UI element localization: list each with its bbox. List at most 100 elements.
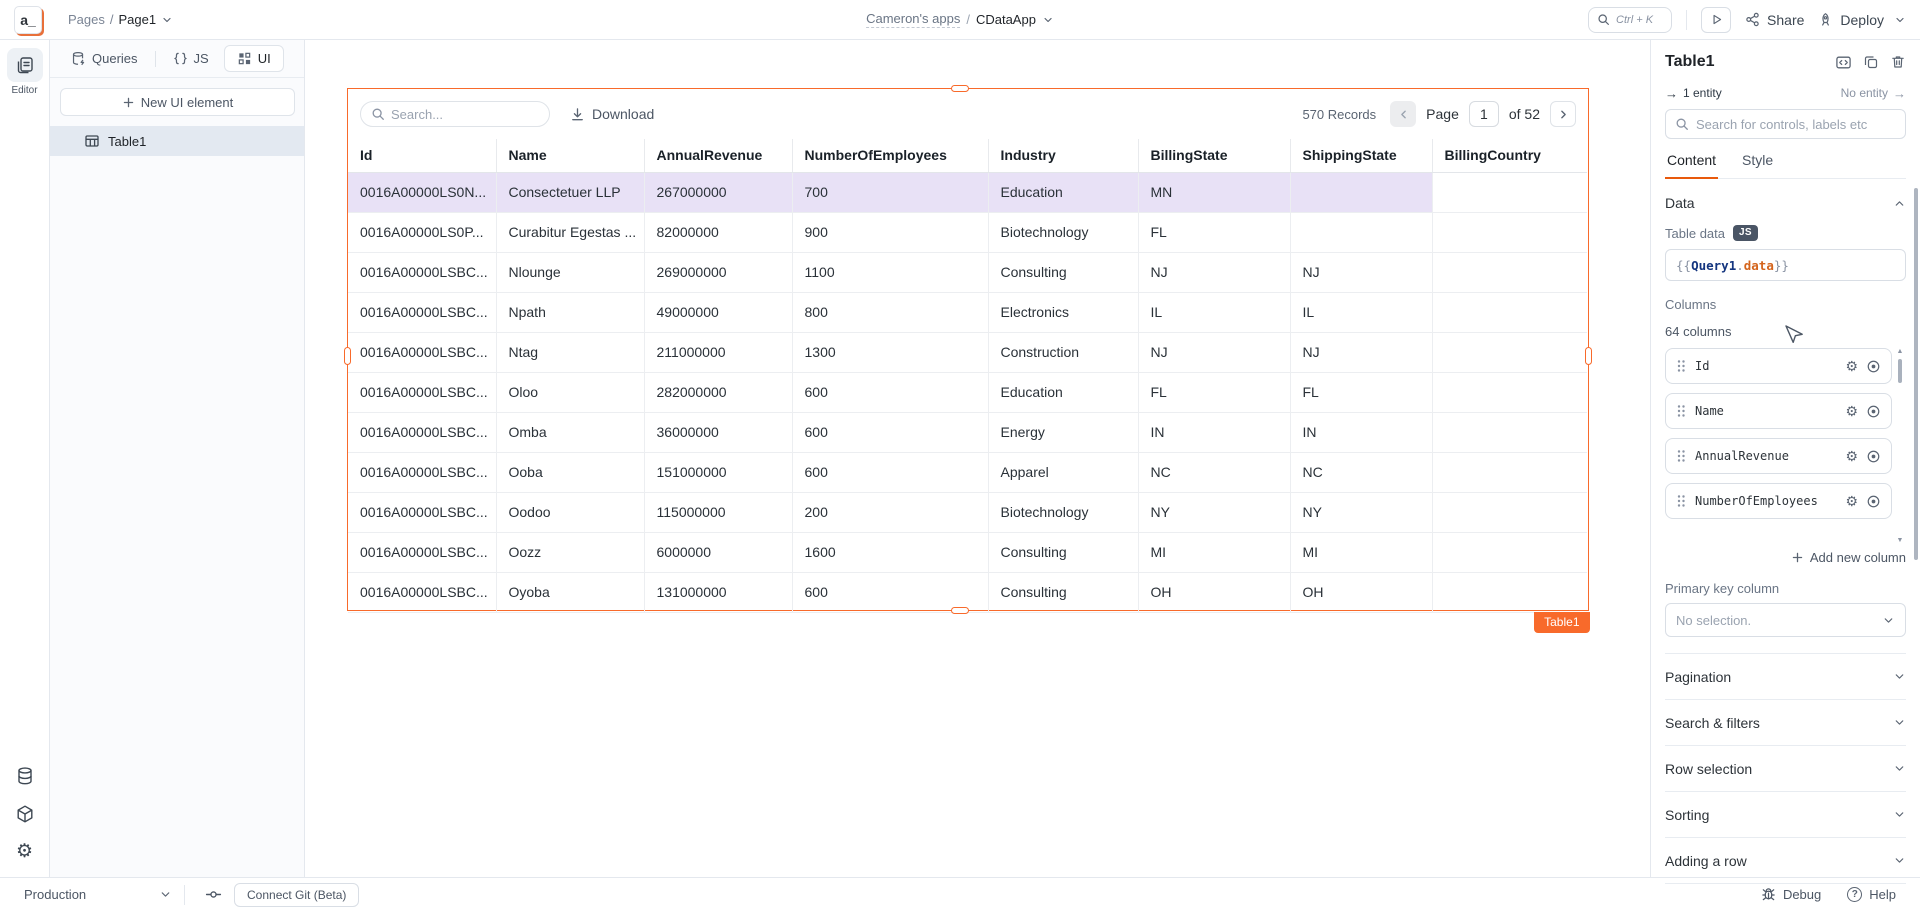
panel-scrollbar[interactable] <box>1914 188 1918 560</box>
scrollbar-thumb[interactable] <box>1898 359 1902 383</box>
cell-id[interactable]: 0016A00000LS0P... <box>348 212 496 252</box>
cell-billing-state[interactable]: NC <box>1138 452 1290 492</box>
libraries-cube-icon[interactable] <box>15 804 35 824</box>
cell-name[interactable]: Omba <box>496 412 644 452</box>
cell-name[interactable]: Consectetuer LLP <box>496 172 644 212</box>
table-download-button[interactable]: Download <box>570 106 654 122</box>
scroll-up-caret-icon[interactable]: ▲ <box>1897 348 1904 355</box>
cell-name[interactable]: Curabitur Egestas ... <box>496 212 644 252</box>
property-search-input[interactable] <box>1696 117 1896 132</box>
cell-billing-state[interactable]: NJ <box>1138 252 1290 292</box>
cell-billing-country[interactable] <box>1432 292 1587 332</box>
sidebar-item-table1[interactable]: Table1 <box>50 126 304 156</box>
cell-industry[interactable]: Apparel <box>988 452 1138 492</box>
table-widget[interactable]: Table1 Download 570 Records Page <box>347 88 1589 611</box>
breadcrumb-page-name[interactable]: Page1 <box>119 12 157 27</box>
cell-number-of-employees[interactable]: 800 <box>792 292 988 332</box>
cell-annual-revenue[interactable]: 282000000 <box>644 372 792 412</box>
collapsed-section[interactable]: Sorting <box>1665 792 1906 838</box>
table-data-binding-input[interactable]: {{Query1.data}} <box>1665 249 1906 281</box>
table-search-box[interactable] <box>360 101 550 127</box>
cell-shipping-state[interactable]: FL <box>1290 372 1432 412</box>
cell-billing-state[interactable]: IL <box>1138 292 1290 332</box>
cell-id[interactable]: 0016A00000LSBC... <box>348 372 496 412</box>
cell-name[interactable]: Oozz <box>496 532 644 572</box>
cell-billing-country[interactable] <box>1432 452 1587 492</box>
cell-billing-country[interactable] <box>1432 412 1587 452</box>
cell-industry[interactable]: Construction <box>988 332 1138 372</box>
cell-billing-country[interactable] <box>1432 172 1587 212</box>
incoming-entities[interactable]: → 1 entity <box>1665 86 1722 100</box>
cell-industry[interactable]: Biotechnology <box>988 212 1138 252</box>
cell-number-of-employees[interactable]: 1600 <box>792 532 988 572</box>
resize-handle-right[interactable] <box>1585 347 1592 365</box>
environment-selector[interactable]: Production <box>24 887 172 902</box>
cell-number-of-employees[interactable]: 1100 <box>792 252 988 292</box>
cell-annual-revenue[interactable]: 49000000 <box>644 292 792 332</box>
cell-billing-country[interactable] <box>1432 252 1587 292</box>
cell-billing-state[interactable]: OH <box>1138 572 1290 612</box>
collapsed-section[interactable]: Search & filters <box>1665 700 1906 746</box>
cell-industry[interactable]: Consulting <box>988 252 1138 292</box>
table-row[interactable]: 0016A00000LSBC... Nlounge 269000000 1100… <box>348 252 1587 292</box>
editor-nav-button[interactable] <box>7 48 43 82</box>
chevron-down-icon[interactable] <box>161 14 173 26</box>
cell-industry[interactable]: Electronics <box>988 292 1138 332</box>
resize-handle-left[interactable] <box>344 347 351 365</box>
column-header[interactable]: Id <box>348 139 496 172</box>
cell-annual-revenue[interactable]: 269000000 <box>644 252 792 292</box>
cell-billing-country[interactable] <box>1432 492 1587 532</box>
cell-shipping-state[interactable]: NC <box>1290 452 1432 492</box>
resize-handle-top[interactable] <box>951 85 969 92</box>
cell-industry[interactable]: Energy <box>988 412 1138 452</box>
column-card[interactable]: Name ⚙ <box>1665 393 1892 429</box>
drag-handle-icon[interactable] <box>1676 404 1686 418</box>
data-section-header[interactable]: Data <box>1665 195 1906 211</box>
tab-js[interactable]: JS <box>160 45 222 72</box>
table-row[interactable]: 0016A00000LSBC... Npath 49000000 800 Ele… <box>348 292 1587 332</box>
cell-shipping-state[interactable]: IL <box>1290 292 1432 332</box>
column-card[interactable]: Id ⚙ <box>1665 348 1892 384</box>
datasources-icon[interactable] <box>15 766 35 786</box>
table-row[interactable]: 0016A00000LSBC... Oozz 6000000 1600 Cons… <box>348 532 1587 572</box>
column-visibility-eye-icon[interactable] <box>1866 494 1881 509</box>
cell-billing-state[interactable]: FL <box>1138 212 1290 252</box>
cell-id[interactable]: 0016A00000LSBC... <box>348 572 496 612</box>
table-row[interactable]: 0016A00000LS0P... Curabitur Egestas ... … <box>348 212 1587 252</box>
app-name[interactable]: CDataApp <box>976 12 1036 27</box>
cell-shipping-state[interactable]: MI <box>1290 532 1432 572</box>
cell-industry[interactable]: Consulting <box>988 572 1138 612</box>
cell-id[interactable]: 0016A00000LSBC... <box>348 292 496 332</box>
cell-industry[interactable]: Biotechnology <box>988 492 1138 532</box>
cell-id[interactable]: 0016A00000LSBC... <box>348 492 496 532</box>
cell-id[interactable]: 0016A00000LS0N... <box>348 172 496 212</box>
new-ui-element-button[interactable]: New UI element <box>60 88 295 116</box>
cell-name[interactable]: Npath <box>496 292 644 332</box>
js-toggle-badge[interactable]: JS <box>1733 225 1758 241</box>
column-visibility-eye-icon[interactable] <box>1866 359 1881 374</box>
add-new-column-button[interactable]: Add new column <box>1665 550 1906 565</box>
cell-id[interactable]: 0016A00000LSBC... <box>348 412 496 452</box>
appsmith-logo[interactable]: a_ <box>14 6 42 34</box>
editor-canvas[interactable]: Table1 Download 570 Records Page <box>305 40 1650 877</box>
cell-billing-country[interactable] <box>1432 332 1587 372</box>
cell-shipping-state[interactable] <box>1290 212 1432 252</box>
cell-shipping-state[interactable]: NJ <box>1290 332 1432 372</box>
primary-key-select[interactable]: No selection. <box>1665 603 1906 637</box>
next-page-button[interactable] <box>1550 101 1576 127</box>
cell-number-of-employees[interactable]: 1300 <box>792 332 988 372</box>
table-row[interactable]: 0016A00000LSBC... Ntag 211000000 1300 Co… <box>348 332 1587 372</box>
preview-button[interactable] <box>1701 7 1731 33</box>
cell-name[interactable]: Ntag <box>496 332 644 372</box>
page-number-input[interactable] <box>1469 101 1499 127</box>
cell-name[interactable]: Oodoo <box>496 492 644 532</box>
tab-style[interactable]: Style <box>1740 152 1775 179</box>
columns-list-scrollbar[interactable]: ▲ ▼ <box>1896 348 1904 544</box>
delete-icon[interactable] <box>1890 54 1906 70</box>
column-header[interactable]: Name <box>496 139 644 172</box>
cell-industry[interactable]: Education <box>988 372 1138 412</box>
tab-queries[interactable]: Queries <box>58 45 151 72</box>
table-row[interactable]: 0016A00000LSBC... Ooba 151000000 600 App… <box>348 452 1587 492</box>
table-row[interactable]: 0016A00000LSBC... Oloo 282000000 600 Edu… <box>348 372 1587 412</box>
cell-annual-revenue[interactable]: 211000000 <box>644 332 792 372</box>
